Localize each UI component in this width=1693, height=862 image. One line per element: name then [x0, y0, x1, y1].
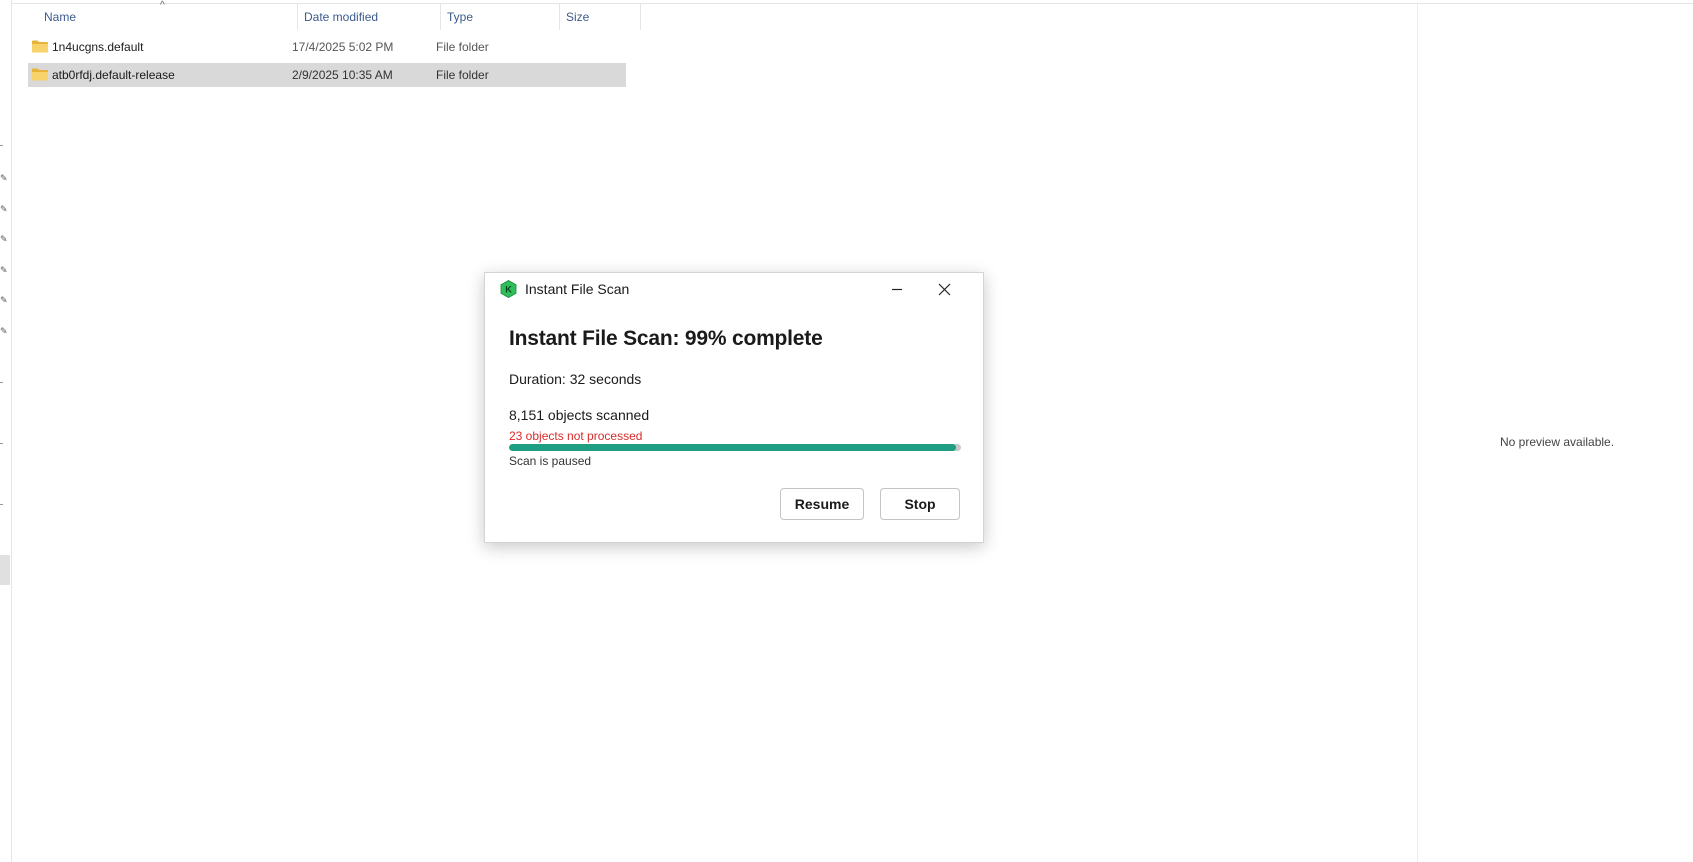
close-button[interactable]: [922, 275, 966, 303]
scan-progress-fill: [509, 444, 957, 451]
folder-icon: [32, 40, 48, 53]
column-header-type-label: Type: [447, 10, 474, 24]
file-type: File folder: [436, 40, 489, 54]
file-date: 2/9/2025 10:35 AM: [292, 68, 393, 82]
pin-icon[interactable]: ✎: [0, 173, 8, 183]
pin-icon[interactable]: ✎: [0, 234, 8, 244]
sort-ascending-icon: ^: [160, 0, 165, 11]
file-name: 1n4ucgns.default: [52, 40, 144, 54]
scan-status: Scan is paused: [509, 454, 592, 468]
scan-progress-heading: Instant File Scan: 99% complete: [509, 327, 823, 350]
file-date: 17/4/2025 5:02 PM: [292, 40, 394, 54]
column-header-type[interactable]: Type: [441, 4, 560, 30]
nav-mark: [0, 382, 3, 383]
scan-duration: Duration: 32 seconds: [509, 371, 642, 387]
pin-icon[interactable]: ✎: [0, 295, 8, 305]
column-header-size-label: Size: [566, 10, 590, 24]
file-name: atb0rfdj.default-release: [52, 68, 175, 82]
nav-selected-item[interactable]: [0, 555, 10, 585]
column-header-row: Name ^ Date modified Type Size: [12, 0, 641, 30]
instant-file-scan-dialog: K Instant File Scan Instant File Scan: 9…: [484, 272, 984, 543]
kaspersky-logo-icon: K: [500, 280, 517, 298]
preview-pane-divider[interactable]: [1417, 4, 1418, 862]
resume-button[interactable]: Resume: [780, 488, 864, 520]
folder-icon: [32, 68, 48, 81]
minimize-icon: [892, 288, 902, 291]
stop-button[interactable]: Stop: [880, 488, 960, 520]
pin-icon[interactable]: ✎: [0, 326, 8, 336]
objects-not-processed-link[interactable]: 23 objects not processed: [509, 429, 642, 443]
nav-mark: [0, 504, 3, 505]
close-icon: [938, 283, 950, 295]
pin-icon[interactable]: ✎: [0, 265, 8, 275]
pin-icon[interactable]: ✎: [0, 204, 8, 214]
column-header-size[interactable]: Size: [560, 4, 641, 30]
nav-mark: [0, 145, 3, 146]
column-header-name-label: Name: [44, 10, 77, 24]
preview-pane-message: No preview available.: [1500, 435, 1615, 449]
svg-text:K: K: [505, 285, 512, 295]
minimize-button[interactable]: [875, 275, 919, 303]
file-row[interactable]: 1n4ucgns.default 17/4/2025 5:02 PM File …: [28, 35, 626, 59]
scan-progress-bar: [509, 444, 961, 451]
nav-mark: [0, 443, 3, 444]
file-row-selected[interactable]: atb0rfdj.default-release 2/9/2025 10:35 …: [28, 63, 626, 87]
dialog-title: Instant File Scan: [525, 281, 630, 297]
column-header-name[interactable]: Name: [38, 4, 298, 30]
dialog-titlebar[interactable]: K Instant File Scan: [485, 273, 983, 305]
column-header-date-modified[interactable]: Date modified: [298, 4, 441, 30]
column-header-date-label: Date modified: [304, 10, 379, 24]
navigation-pane[interactable]: ✎ ✎ ✎ ✎ ✎ ✎: [0, 0, 12, 862]
objects-scanned-count: 8,151 objects scanned: [509, 407, 650, 423]
file-type: File folder: [436, 68, 489, 82]
